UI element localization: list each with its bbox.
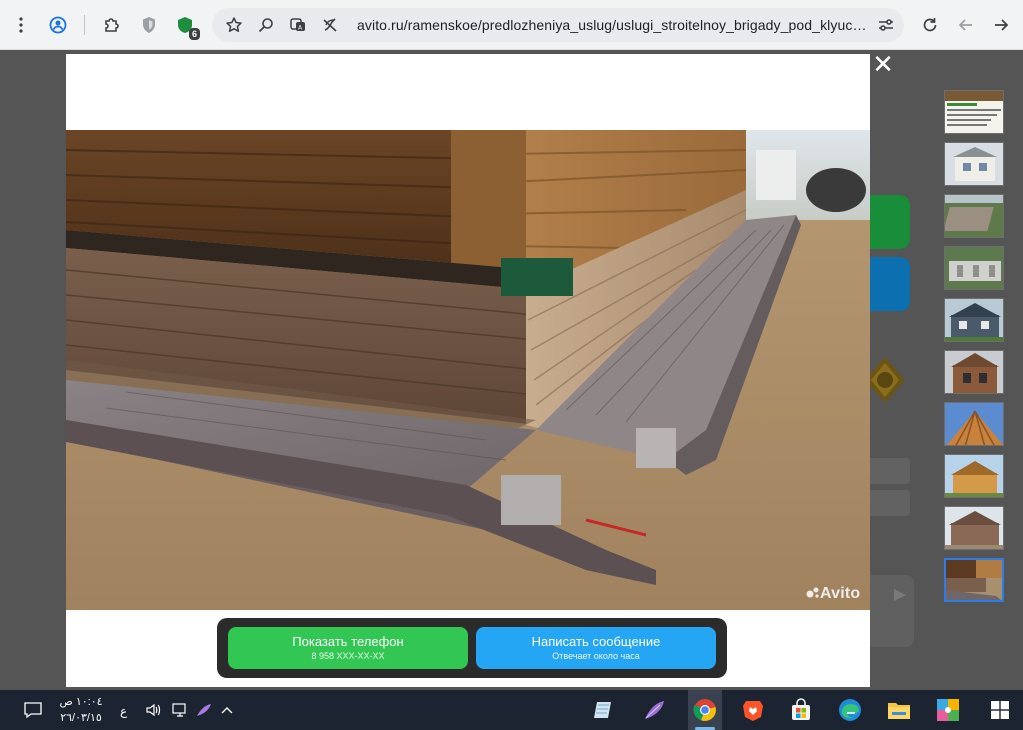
address-bar[interactable]: A avito.ru/ramenskoe/predlozheniya_uslug… (212, 8, 904, 42)
edge-app-icon[interactable] (836, 696, 864, 724)
back-icon[interactable] (954, 13, 978, 37)
contact-action-bar: Показать телефон 8 958 XXX-XX-XX Написат… (217, 618, 727, 678)
bookmark-star-icon[interactable] (222, 13, 246, 37)
thumbnail-9[interactable] (944, 506, 1004, 550)
brave-app-icon[interactable] (739, 696, 767, 724)
windows-start-icon[interactable] (986, 696, 1014, 724)
background-field (870, 458, 910, 484)
thumbnail-8[interactable] (944, 454, 1004, 498)
thumbnail-6[interactable] (944, 350, 1004, 394)
clock-time: ١٠:٠٤ ص (59, 696, 103, 708)
chevron-up-icon[interactable] (213, 696, 241, 724)
background-field (870, 490, 910, 516)
forward-icon[interactable] (989, 13, 1013, 37)
page-off-icon[interactable] (318, 13, 342, 37)
profile-icon[interactable] (46, 13, 70, 37)
thumbnail-5[interactable] (944, 298, 1004, 342)
taskbar-clock[interactable]: ١٠:٠٤ ص ٢٦/٠٣/١٥ (56, 694, 106, 726)
close-viewer-button[interactable]: ✕ (872, 51, 894, 77)
listing-photo (66, 130, 870, 610)
zoom-icon[interactable] (254, 13, 278, 37)
green-extension-icon[interactable]: 6 (173, 13, 200, 40)
notepad-app-icon[interactable] (590, 696, 618, 724)
shield-extension-icon[interactable] (137, 13, 161, 37)
extension-badge: 6 (188, 28, 200, 40)
thumbnail-1[interactable] (944, 90, 1004, 134)
windows-taskbar: ١٠:٠٤ ص ٢٦/٠٣/١٥ ع (0, 690, 1023, 730)
avito-logo-icon (806, 585, 820, 603)
puzzle-app-icon[interactable] (934, 696, 962, 724)
notifications-icon[interactable] (19, 696, 47, 724)
clock-date: ٢٦/٠٣/١٥ (60, 712, 102, 724)
masked-phone-number: 8 958 XXX-XX-XX (311, 651, 385, 661)
avito-watermark: Avito (806, 585, 860, 603)
site-settings-icon[interactable] (874, 13, 898, 37)
thumbnail-4[interactable] (944, 246, 1004, 290)
thumbnail-7[interactable] (944, 402, 1004, 446)
explorer-app-icon[interactable] (885, 696, 913, 724)
response-time-text: Отвечает около часа (552, 651, 640, 661)
background-panel (870, 575, 914, 647)
show-phone-button[interactable]: Показать телефон 8 958 XXX-XX-XX (228, 627, 468, 669)
reload-icon[interactable] (918, 13, 942, 37)
background-green-button (868, 195, 910, 249)
thumbnail-2[interactable] (944, 142, 1004, 186)
store-app-icon[interactable] (787, 696, 815, 724)
menu-dots-icon[interactable] (9, 13, 33, 37)
volume-icon[interactable] (140, 696, 168, 724)
extensions-icon[interactable] (100, 13, 124, 37)
translate-icon[interactable]: A (286, 13, 310, 37)
show-phone-label: Показать телефон (292, 634, 404, 649)
language-indicator[interactable]: ع (120, 704, 127, 718)
thumbnail-3[interactable] (944, 194, 1004, 238)
thumbnail-10[interactable] (944, 558, 1004, 602)
chrome-app-icon[interactable] (691, 696, 719, 724)
browser-toolbar: 6 A avito.ru/ramenskoe/predlozheniya_usl… (0, 0, 1023, 50)
send-message-label: Написать сообщение (531, 634, 661, 649)
url-text[interactable]: avito.ru/ramenskoe/predlozheniya_uslug/u… (357, 17, 872, 33)
feather-app-icon[interactable] (640, 696, 668, 724)
send-message-button[interactable]: Написать сообщение Отвечает около часа (476, 627, 716, 669)
background-blue-button (868, 257, 910, 311)
toolbar-divider (84, 15, 85, 35)
